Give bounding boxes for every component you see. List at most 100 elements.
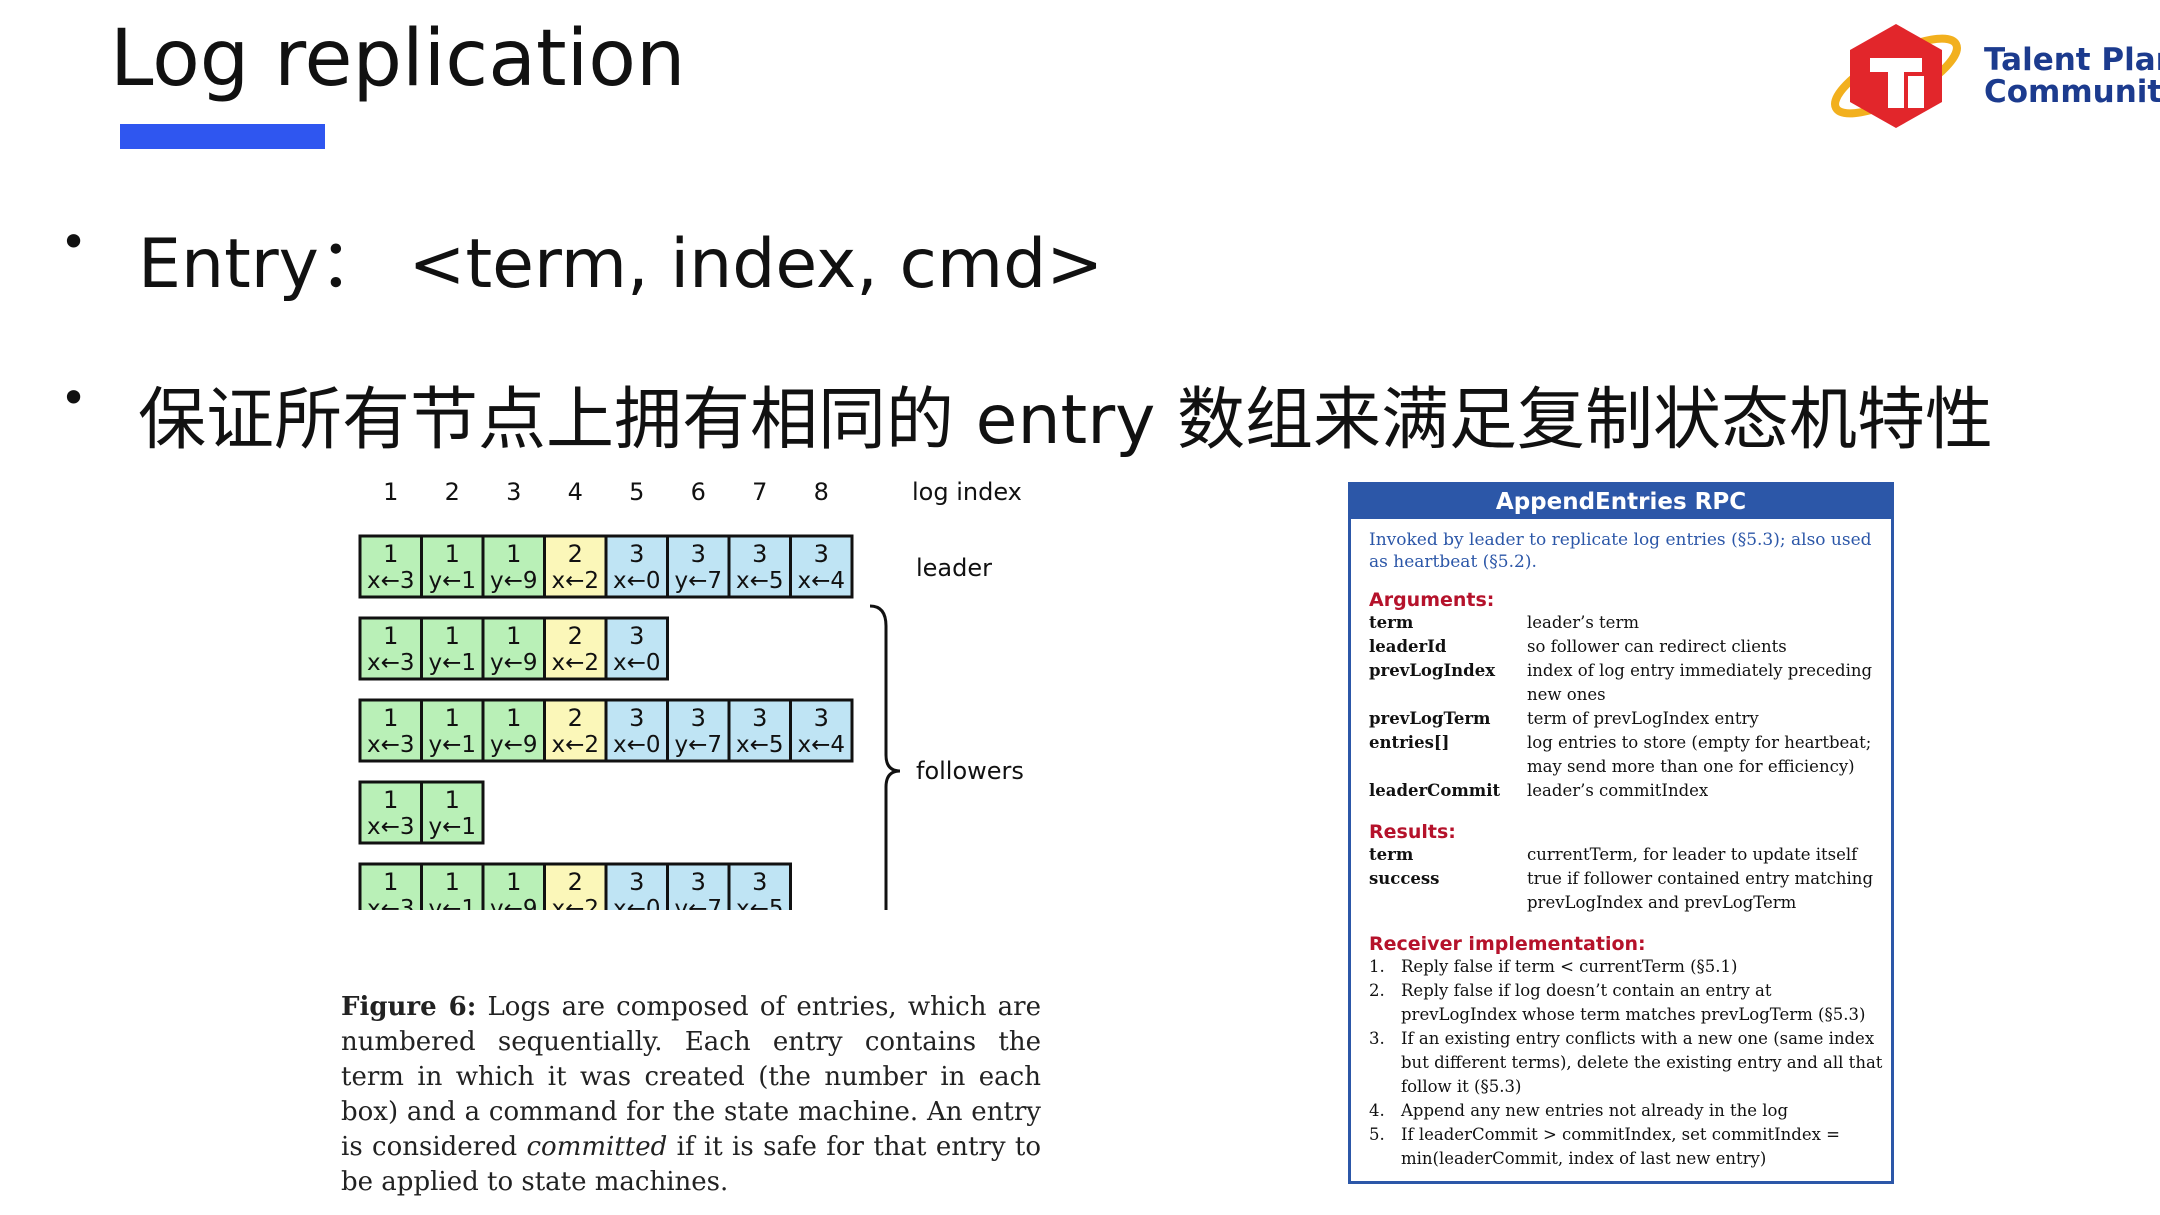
followers-brace	[869, 604, 901, 910]
entry-term: 1	[445, 622, 460, 650]
entry-term: 1	[383, 540, 398, 568]
step-text: Append any new entries not already in th…	[1401, 1101, 1789, 1120]
step-number: 3.	[1369, 1029, 1385, 1048]
entry-command: y←9	[490, 650, 538, 676]
entry-command: x←3	[367, 732, 415, 758]
rpc-intro: Invoked by leader to replicate log entri…	[1369, 530, 1872, 572]
result-name: success	[1369, 869, 1440, 888]
argument-name: term	[1369, 613, 1414, 632]
entry-command: x←2	[551, 650, 599, 676]
step-text: Reply false if log doesn’t contain an en…	[1401, 981, 1866, 1024]
entry-command: x←2	[551, 568, 599, 594]
entry-command: x←2	[551, 732, 599, 758]
entry-command: y←1	[428, 896, 476, 910]
bullet-text: 保证所有节点上拥有相同的 entry 数组来满足复制状态机特性	[138, 381, 1994, 460]
entry-command: x←4	[797, 568, 845, 594]
argument-name: prevLogTerm	[1369, 709, 1491, 728]
entry-command: y←7	[674, 896, 722, 910]
log-index-number: 3	[506, 478, 521, 506]
bullet-replication: • 保证所有节点上拥有相同的 entry 数组来满足复制状态机特性	[60, 364, 1994, 463]
step-text: If an existing entry conflicts with a ne…	[1401, 1029, 1883, 1096]
argument-name: prevLogIndex	[1369, 661, 1496, 680]
entry-command: x←2	[551, 896, 599, 910]
result-description: true if follower contained entry matchin…	[1527, 869, 1874, 912]
entry-command: y←7	[674, 732, 722, 758]
entry-term: 1	[445, 540, 460, 568]
entry-command: x←0	[613, 732, 661, 758]
entry-term: 2	[568, 868, 583, 896]
argument-description: term of prevLogIndex entry	[1527, 709, 1759, 728]
entry-term: 2	[568, 704, 583, 732]
entry-command: x←5	[736, 896, 784, 910]
entry-command: x←0	[613, 650, 661, 676]
entry-term: 1	[445, 786, 460, 814]
entry-term: 1	[506, 868, 521, 896]
entry-term: 3	[814, 540, 829, 568]
rpc-title: AppendEntries RPC	[1351, 485, 1891, 519]
entry-command: y←1	[428, 568, 476, 594]
followers-label: followers	[916, 757, 1024, 785]
entry-command: x←0	[613, 896, 661, 910]
result-description: currentTerm, for leader to update itself	[1527, 845, 1858, 864]
entry-term: 3	[752, 704, 767, 732]
entry-term: 3	[691, 704, 706, 732]
log-index-number: 8	[814, 478, 829, 506]
entry-term: 3	[752, 868, 767, 896]
entry-term: 1	[383, 786, 398, 814]
entry-command: y←9	[490, 732, 538, 758]
entry-command: y←7	[674, 568, 722, 594]
entry-command: x←5	[736, 568, 784, 594]
logo-line-1: Talent Plan	[1984, 42, 2160, 78]
step-number: 1.	[1369, 957, 1385, 976]
argument-name: leaderCommit	[1369, 781, 1501, 800]
step-text: If leaderCommit > commitIndex, set commi…	[1401, 1125, 1841, 1168]
argument-description: so follower can redirect clients	[1527, 637, 1787, 656]
step-number: 4.	[1369, 1101, 1385, 1120]
step-text: Reply false if term < currentTerm (§5.1)	[1401, 957, 1738, 976]
bullet-dot: •	[60, 215, 88, 269]
entry-command: x←3	[367, 650, 415, 676]
append-entries-rpc-box: AppendEntries RPC Invoked by leader to r…	[1348, 482, 1894, 1184]
receiver-heading: Receiver implementation:	[1369, 933, 1646, 955]
step-number: 5.	[1369, 1125, 1385, 1144]
argument-description: log entries to store (empty for heartbea…	[1527, 733, 1872, 776]
entry-term: 1	[383, 704, 398, 732]
entry-command: x←5	[736, 732, 784, 758]
entry-command: x←3	[367, 896, 415, 910]
log-index-number: 1	[383, 478, 398, 506]
entry-command: y←1	[428, 732, 476, 758]
argument-name: leaderId	[1369, 637, 1447, 656]
step-number: 2.	[1369, 981, 1385, 1000]
entry-term: 1	[506, 540, 521, 568]
caption-italic: committed	[526, 1132, 668, 1162]
leader-label: leader	[916, 554, 992, 582]
entry-term: 3	[691, 540, 706, 568]
logo-line-2: Community	[1984, 74, 2160, 110]
entry-term: 1	[445, 868, 460, 896]
log-index-number: 6	[691, 478, 706, 506]
argument-description: index of log entry immediately preceding…	[1527, 661, 1873, 704]
argument-description: leader’s commitIndex	[1527, 781, 1709, 800]
bullet-text: Entry： <term, index, cmd>	[138, 225, 1104, 304]
entry-term: 3	[752, 540, 767, 568]
entry-command: y←9	[490, 896, 538, 910]
entry-term: 3	[691, 868, 706, 896]
entry-command: y←1	[428, 650, 476, 676]
logo-text: Talent Plan Community	[1984, 44, 2160, 108]
figure-caption: Figure 6: Logs are composed of entries, …	[341, 990, 1041, 1200]
entry-term: 3	[629, 540, 644, 568]
entry-term: 3	[629, 704, 644, 732]
argument-name: entries[]	[1369, 733, 1450, 752]
entry-term: 3	[629, 868, 644, 896]
entry-term: 2	[568, 622, 583, 650]
entry-term: 1	[383, 868, 398, 896]
log-index-number: 2	[445, 478, 460, 506]
entry-command: x←3	[367, 814, 415, 840]
entry-command: y←1	[428, 814, 476, 840]
slide-title: Log replication	[110, 14, 686, 104]
result-name: term	[1369, 845, 1414, 864]
log-index-label: log index	[912, 478, 1022, 506]
entry-command: x←4	[797, 732, 845, 758]
argument-description: leader’s term	[1527, 613, 1639, 632]
entry-term: 1	[506, 704, 521, 732]
